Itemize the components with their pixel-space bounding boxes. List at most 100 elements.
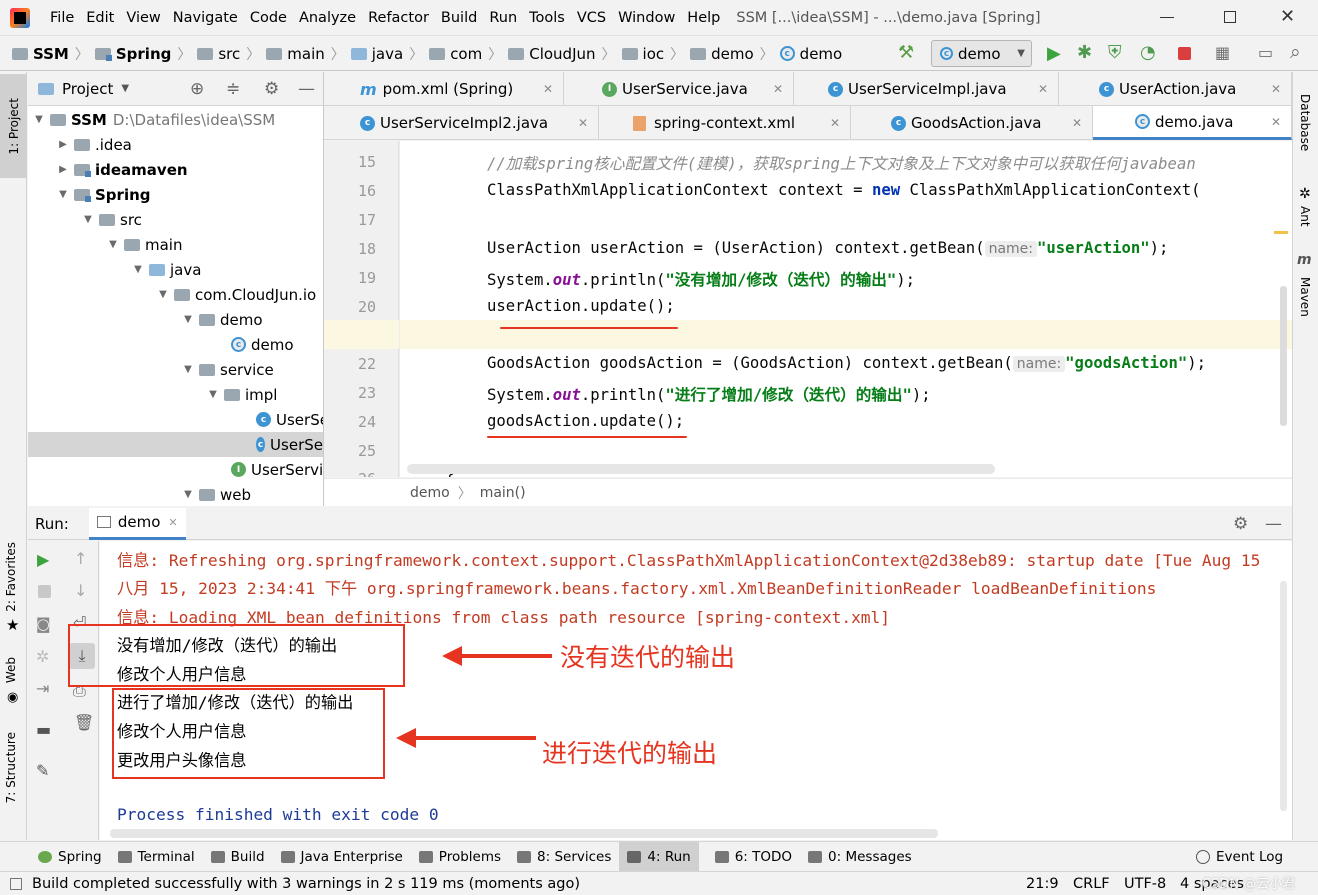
tool-problems[interactable]: Problems xyxy=(418,849,501,865)
exit-icon[interactable]: ⇥ xyxy=(36,679,49,698)
crumb-main[interactable]: main 〉 xyxy=(266,44,345,64)
tab-demo-java[interactable]: c demo.java ✕ xyxy=(1093,106,1292,140)
run-icon[interactable]: ▶ xyxy=(1047,43,1061,64)
tab-userservice[interactable]: I UserService.java ✕ xyxy=(564,72,794,106)
crumb-demo-class[interactable]: c demo xyxy=(779,45,842,63)
structure-tool-button[interactable]: 7: Structure xyxy=(4,732,18,807)
project-structure-icon[interactable]: ▦ xyxy=(1215,43,1230,62)
stop-icon[interactable] xyxy=(38,585,51,598)
chevron-right-icon[interactable]: ▶ xyxy=(56,164,70,175)
tool-java-enterprise[interactable]: Java Enterprise xyxy=(280,849,403,865)
chevron-down-icon[interactable]: ▼ xyxy=(131,264,145,275)
tool-build[interactable]: Build xyxy=(210,849,265,865)
breadcrumb-class[interactable]: demo xyxy=(410,485,450,501)
chevron-down-icon[interactable]: ▼ xyxy=(181,489,195,500)
tab-spring-context-xml[interactable]: spring-context.xml ✕ xyxy=(599,106,851,140)
menu-tools[interactable]: Tools xyxy=(523,0,571,36)
close-tab-icon[interactable]: ✕ xyxy=(773,82,783,96)
tree-item-service[interactable]: ▼ service xyxy=(181,357,274,382)
hammer-build-icon[interactable]: ⚒ xyxy=(898,42,914,63)
menu-analyze[interactable]: Analyze xyxy=(293,0,362,36)
gear-icon[interactable]: ⚙ xyxy=(264,79,279,99)
menu-refactor[interactable]: Refactor xyxy=(362,0,435,36)
line-separator[interactable]: CRLF xyxy=(1073,876,1110,892)
tool-services[interactable]: 8: Services xyxy=(517,849,611,865)
console-vertical-scrollbar[interactable] xyxy=(1280,581,1287,811)
pin-icon[interactable]: ✎ xyxy=(36,761,49,780)
coverage-icon[interactable]: ⛨ xyxy=(1108,42,1122,63)
maximize-button[interactable] xyxy=(1224,11,1236,23)
chevron-down-icon[interactable]: ▼ xyxy=(156,289,170,300)
tool-event-log[interactable]: Event Log xyxy=(1196,849,1283,865)
tree-item-impl[interactable]: ▼ impl xyxy=(206,382,277,407)
tree-item-src[interactable]: ▼ src xyxy=(81,207,142,232)
locate-icon[interactable]: ⊕ xyxy=(190,79,204,99)
menu-help[interactable]: Help xyxy=(681,0,726,36)
menu-vcs[interactable]: VCS xyxy=(571,0,612,36)
horizontal-scrollbar[interactable] xyxy=(407,464,995,474)
ant-tool-button[interactable]: Ant xyxy=(1298,206,1312,231)
crumb-demo-package[interactable]: demo 〉 xyxy=(690,44,774,64)
chevron-down-icon[interactable]: ▼ xyxy=(81,214,95,225)
search-icon[interactable]: ⌕ xyxy=(1290,41,1301,63)
debug-icon[interactable]: ✱ xyxy=(1077,42,1092,63)
chevron-down-icon[interactable]: ▼ xyxy=(106,239,120,250)
chevron-down-icon[interactable]: ▼ xyxy=(181,364,195,375)
chevron-down-icon[interactable]: ▼ xyxy=(121,83,129,94)
tool-spring[interactable]: Spring xyxy=(38,849,102,865)
tree-item-package[interactable]: ▼ com.CloudJun.io xyxy=(156,282,316,307)
chevron-down-icon[interactable]: ▼ xyxy=(206,389,220,400)
tab-userserviceimpl[interactable]: c UserServiceImpl.java ✕ xyxy=(794,72,1059,106)
crumb-cloudjun[interactable]: CloudJun 〉 xyxy=(508,44,616,64)
tool-terminal[interactable]: Terminal xyxy=(117,849,195,865)
hide-icon[interactable]: — xyxy=(298,79,315,99)
close-tab-icon[interactable]: ✕ xyxy=(578,116,588,130)
crumb-ssm[interactable]: SSM 〉 xyxy=(12,44,89,64)
intellij-logo-icon[interactable] xyxy=(10,7,30,28)
vertical-scrollbar[interactable] xyxy=(1280,286,1287,426)
console-horizontal-scrollbar[interactable] xyxy=(110,829,938,838)
minimize-button[interactable] xyxy=(1160,17,1174,18)
tool-run[interactable]: 4: Run xyxy=(619,841,699,872)
close-tab-icon[interactable]: ✕ xyxy=(543,82,553,96)
close-tab-icon[interactable]: ✕ xyxy=(1072,116,1082,130)
crumb-java[interactable]: java 〉 xyxy=(350,44,423,64)
run-config-select[interactable]: c demo ▼ xyxy=(931,40,1032,67)
arrow-up-icon[interactable]: ↑ xyxy=(74,549,87,568)
menu-file[interactable]: File xyxy=(44,0,80,36)
crumb-com[interactable]: com 〉 xyxy=(429,44,502,64)
tree-item-userserviceimpl[interactable]: c UserSe xyxy=(256,407,329,432)
menu-build[interactable]: Build xyxy=(435,0,483,36)
web-tool-button[interactable]: Web xyxy=(4,657,18,687)
crumb-ioc[interactable]: ioc 〉 xyxy=(621,44,684,64)
breadcrumb-method[interactable]: main() xyxy=(480,485,526,501)
favorites-tool-button[interactable]: 2: Favorites xyxy=(4,542,18,616)
terminal-window-icon[interactable]: ▭ xyxy=(1258,43,1273,62)
project-panel-title[interactable]: Project xyxy=(62,80,113,98)
file-encoding[interactable]: UTF-8 xyxy=(1124,876,1166,892)
code-editor[interactable]: 15 16 17 18 19 20 21 22 23 24 25 26 //加载… xyxy=(324,141,1292,477)
tool-messages[interactable]: 0: Messages xyxy=(808,849,912,865)
tree-item-ssm[interactable]: ▼ SSM D:\Datafiles\idea\SSM xyxy=(32,107,275,132)
menu-code[interactable]: Code xyxy=(244,0,293,36)
menu-view[interactable]: View xyxy=(120,0,166,36)
close-tab-icon[interactable]: ✕ xyxy=(830,116,840,130)
tab-pom-xml[interactable]: m pom.xml (Spring) ✕ xyxy=(324,72,564,106)
run-tab-demo[interactable]: demo ✕ xyxy=(88,507,186,540)
chevron-down-icon[interactable]: ▼ xyxy=(56,189,70,200)
restore-icon[interactable]: ✲ xyxy=(36,647,49,666)
database-tool-button[interactable]: Database xyxy=(1298,94,1312,155)
chevron-down-icon[interactable]: ▼ xyxy=(32,114,46,125)
trash-icon[interactable]: 🗑 xyxy=(74,713,94,732)
maven-tool-button[interactable]: Maven xyxy=(1298,277,1312,321)
tree-item-userservice[interactable]: I UserServi xyxy=(231,457,323,482)
tree-item-web[interactable]: ▼ web xyxy=(181,482,251,507)
status-message[interactable]: Build completed successfully with 3 warn… xyxy=(32,876,580,892)
chevron-right-icon[interactable]: ▶ xyxy=(56,139,70,150)
tab-userserviceimpl2[interactable]: c UserServiceImpl2.java ✕ xyxy=(324,106,599,140)
close-tab-icon[interactable]: ✕ xyxy=(1271,82,1281,96)
crumb-src[interactable]: src 〉 xyxy=(197,44,260,64)
menu-edit[interactable]: Edit xyxy=(80,0,120,36)
crumb-spring[interactable]: Spring 〉 xyxy=(94,44,191,64)
rerun-icon[interactable]: ▶ xyxy=(37,550,49,569)
